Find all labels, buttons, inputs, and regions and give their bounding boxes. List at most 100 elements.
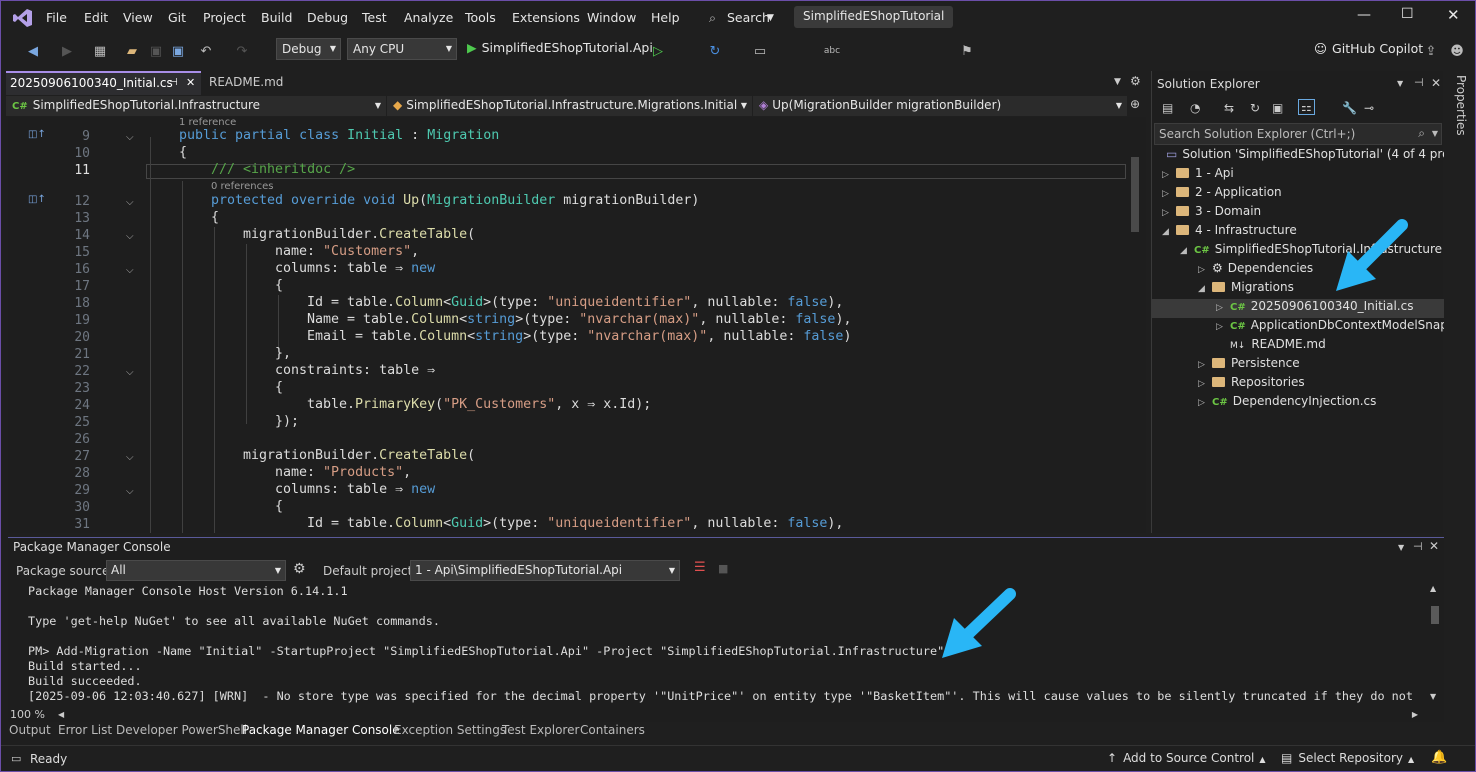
tree-readme-file[interactable]: M↓ README.md: [1152, 337, 1444, 356]
tab-close-icon[interactable]: ✕: [186, 76, 195, 89]
console-horizontal-scrollbar[interactable]: ◀ ▶: [58, 710, 1418, 722]
split-editor-icon[interactable]: ⊕: [1130, 97, 1140, 111]
minimize-icon[interactable]: —: [1357, 7, 1371, 23]
scrollbar-thumb[interactable]: [1431, 606, 1439, 624]
expand-icon[interactable]: ▷: [1198, 398, 1212, 408]
tree-dependency-injection-file[interactable]: ▷ C# DependencyInjection.cs: [1152, 394, 1444, 413]
stop-icon[interactable]: ■: [718, 562, 728, 575]
scroll-down-icon[interactable]: ▼: [1430, 692, 1436, 701]
project-nav-dropdown[interactable]: C# SimplifiedEShopTutorial.Infrastructure…: [6, 96, 386, 116]
menu-debug[interactable]: Debug: [307, 10, 348, 25]
redo-icon[interactable]: ↷: [233, 39, 251, 63]
codelens-references[interactable]: 0 references: [211, 181, 274, 192]
tab-output[interactable]: Output: [9, 723, 51, 737]
clear-console-icon[interactable]: ☰: [694, 560, 706, 575]
tree-initial-migration-file[interactable]: ▷ C# 20250906100340_Initial.cs: [1152, 299, 1444, 318]
codelens-references[interactable]: 1 reference: [179, 117, 236, 128]
default-project-select[interactable]: 1 - Api\SimplifiedEShopTutorial.Api ▼: [410, 560, 680, 581]
undo-icon[interactable]: ↶: [197, 39, 215, 63]
menu-window[interactable]: Window: [587, 10, 636, 25]
tab-containers[interactable]: Containers: [580, 723, 645, 737]
save-icon[interactable]: ▣: [147, 39, 165, 63]
preview-icon[interactable]: ⊸: [1364, 101, 1374, 115]
chevron-down-icon[interactable]: ▼: [1397, 79, 1403, 88]
search-icon[interactable]: ⌕: [1418, 126, 1425, 141]
expand-icon[interactable]: ▷: [1216, 303, 1230, 313]
save-all-icon[interactable]: ▣: [169, 39, 187, 63]
member-nav-dropdown[interactable]: ◈ Up(MigrationBuilder migrationBuilder) ▼: [753, 96, 1127, 116]
collapse-icon[interactable]: ◢: [1180, 246, 1194, 256]
implements-glyph-icon[interactable]: ◫↑: [28, 194, 46, 205]
collapse-icon[interactable]: ◢: [1162, 227, 1176, 237]
menu-tools[interactable]: Tools: [465, 10, 496, 25]
refresh-icon[interactable]: ↻: [1250, 101, 1260, 115]
add-to-source-control-button[interactable]: ↑ Add to Source Control ▲: [1107, 751, 1266, 765]
show-all-files-icon[interactable]: ⚏: [1298, 99, 1315, 115]
tree-project-application[interactable]: ▷ 2 - Application: [1152, 185, 1444, 204]
pin-icon[interactable]: ⊣: [1414, 76, 1424, 89]
feedback-icon[interactable]: ☻: [1449, 39, 1465, 63]
pin-icon[interactable]: ⊣: [1413, 540, 1423, 553]
fold-chevron-icon[interactable]: ⌵: [126, 452, 134, 463]
menu-view[interactable]: View: [123, 10, 153, 25]
settings-gear-icon[interactable]: ⚙: [1130, 74, 1141, 88]
new-project-icon[interactable]: ▦: [91, 39, 109, 63]
open-folder-icon[interactable]: ▰: [123, 39, 141, 63]
scroll-left-icon[interactable]: ◀: [58, 710, 64, 719]
share-icon[interactable]: ⇪: [1423, 39, 1439, 63]
scrollbar-thumb[interactable]: [1131, 157, 1139, 232]
tree-solution[interactable]: ▭ Solution 'SimplifiedEShopTutorial' (4 o…: [1152, 147, 1444, 166]
platform-select[interactable]: Any CPU ▼: [347, 38, 457, 60]
menu-search[interactable]: Search: [727, 10, 770, 25]
zoom-level[interactable]: 100 %: [10, 708, 45, 721]
menu-edit[interactable]: Edit: [84, 10, 108, 25]
fold-chevron-icon[interactable]: ⌵: [126, 231, 134, 242]
tab-package-manager-console[interactable]: Package Manager Console: [242, 723, 400, 737]
close-icon[interactable]: ✕: [1429, 539, 1439, 553]
hot-reload-icon[interactable]: ↻: [706, 39, 724, 63]
collapse-all-icon[interactable]: ▣: [1272, 101, 1283, 115]
tab-initial-cs[interactable]: 20250906100340_Initial.cs ⊣ ✕: [6, 71, 201, 95]
menu-analyze[interactable]: Analyze: [404, 10, 453, 25]
menu-test[interactable]: Test: [362, 10, 387, 25]
expand-icon[interactable]: ▷: [1162, 208, 1176, 218]
menu-help[interactable]: Help: [651, 10, 680, 25]
sync-icon[interactable]: ⇆: [1224, 101, 1234, 115]
type-nav-dropdown[interactable]: ◆ SimplifiedEShopTutorial.Infrastructure.…: [387, 96, 752, 116]
implements-glyph-icon[interactable]: ◫↑: [28, 129, 46, 140]
search-icon[interactable]: ⌕: [709, 10, 716, 26]
tab-test-explorer[interactable]: Test Explorer: [502, 723, 579, 737]
settings-gear-icon[interactable]: ⚙: [293, 561, 306, 577]
vertical-scrollbar[interactable]: [1128, 117, 1142, 533]
fold-chevron-icon[interactable]: ⌵: [126, 486, 134, 497]
navigate-back-icon[interactable]: ◀: [23, 39, 43, 63]
start-without-debugging-icon[interactable]: ▷: [649, 39, 667, 63]
tab-readme[interactable]: README.md: [209, 75, 283, 89]
properties-wrench-icon[interactable]: 🔧: [1342, 101, 1357, 115]
close-icon[interactable]: ✕: [1431, 76, 1441, 90]
expand-icon[interactable]: ▷: [1216, 322, 1230, 332]
scroll-right-icon[interactable]: ▶: [1412, 710, 1418, 719]
chevron-down-icon[interactable]: ▼: [1398, 543, 1404, 552]
tab-overflow-icon[interactable]: ▼: [1114, 77, 1121, 87]
console-vertical-scrollbar[interactable]: ▲ ▼: [1428, 584, 1442, 704]
tree-persistence-folder[interactable]: ▷ Persistence: [1152, 356, 1444, 375]
fold-chevron-icon[interactable]: ⌵: [126, 367, 134, 378]
switch-views-icon[interactable]: ▤: [1162, 101, 1173, 115]
expand-icon[interactable]: ▷: [1198, 379, 1212, 389]
tree-project-api[interactable]: ▷ 1 - Api: [1152, 166, 1444, 185]
solution-search-box[interactable]: Search Solution Explorer (Ctrl+;) ⌕ ▼: [1154, 123, 1442, 145]
menu-build[interactable]: Build: [261, 10, 292, 25]
collapse-icon[interactable]: ◢: [1198, 284, 1212, 294]
tree-repositories-folder[interactable]: ▷ Repositories: [1152, 375, 1444, 394]
fold-chevron-icon[interactable]: ⌵: [126, 197, 134, 208]
tab-exception-settings[interactable]: Exception Settings: [394, 723, 506, 737]
expand-icon[interactable]: ▷: [1162, 170, 1176, 180]
select-repository-button[interactable]: ▤ Select Repository ▲: [1281, 751, 1414, 765]
notifications-bell-icon[interactable]: 🔔: [1431, 750, 1447, 765]
github-copilot-button[interactable]: ☺ GitHub Copilot: [1314, 41, 1423, 56]
bookmark-icon[interactable]: ⚑: [959, 39, 975, 63]
browser-link-icon[interactable]: ▭: [751, 39, 769, 63]
maximize-icon[interactable]: ☐: [1401, 6, 1414, 22]
start-button[interactable]: ▶ SimplifiedEShopTutorial.Api: [467, 40, 653, 60]
